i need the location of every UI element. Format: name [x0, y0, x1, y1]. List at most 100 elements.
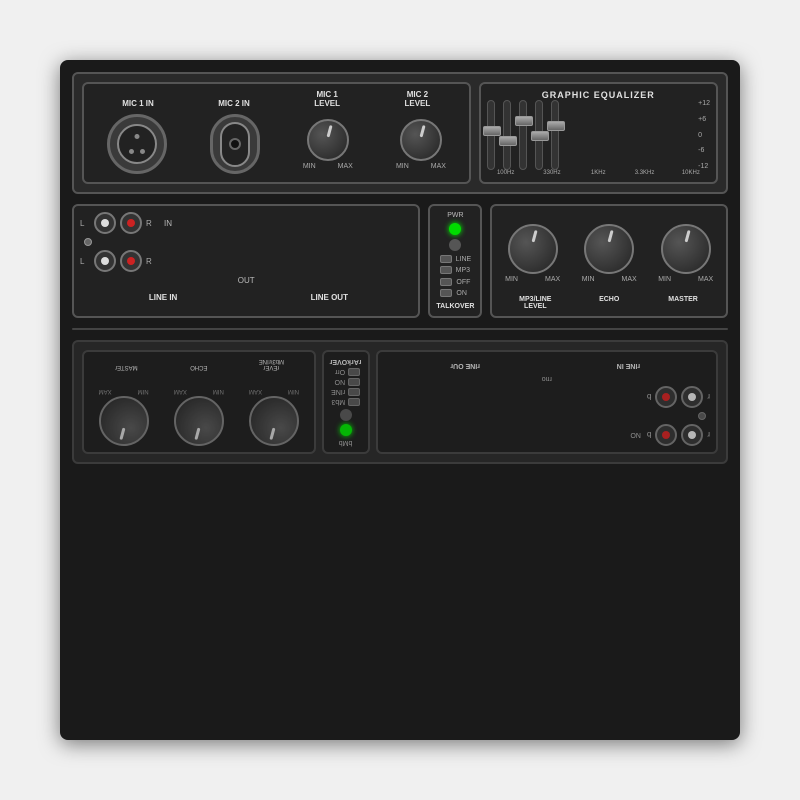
mic1-max-label: MAX [338, 163, 353, 170]
rca-in-left[interactable] [94, 212, 116, 234]
rca-out-right[interactable] [120, 250, 142, 272]
xlr-connector[interactable] [107, 114, 167, 174]
refl-screw-icon [698, 412, 706, 420]
refl-max1: XAM [249, 388, 262, 394]
talkover-label: TALKOVER [436, 303, 474, 310]
mp3-switch-icon[interactable] [440, 266, 452, 274]
mic1-level-minmax: MIN MAX [303, 163, 353, 170]
eq-slider-1khz[interactable] [519, 100, 527, 170]
eq-slider-100hz[interactable] [487, 100, 495, 170]
master-knob[interactable] [661, 224, 711, 274]
echo-knob[interactable] [584, 224, 634, 274]
mic1-level-label: MIC 1LEVEL [314, 90, 340, 108]
eq-slider-10khz[interactable] [551, 100, 559, 170]
mp3line-minmax: MIN MAX [505, 276, 560, 283]
eq-scale-12n: -12 [698, 163, 710, 170]
on-switch-icon[interactable] [440, 289, 452, 297]
mid-bottom-labels: LINE IN LINE OUT [80, 293, 412, 302]
line-switch-label: LINE [456, 256, 472, 263]
mic2-level-minmax: MIN MAX [396, 163, 446, 170]
refl-talkover-label: rArkOVEr [330, 358, 362, 365]
line-io-section: L R IN L [72, 204, 420, 318]
refl-in-row: r b NO [384, 424, 710, 446]
refl-minmax1: NIM XAM [249, 388, 299, 394]
eq-section: GRAPHIC EQUALIZER [479, 82, 719, 184]
master-label: MASTER [646, 296, 720, 310]
rca-out-left[interactable] [94, 250, 116, 272]
master-max: MAX [698, 276, 713, 283]
master-knob-block: MIN MAX [658, 224, 713, 283]
eq-thumb-1khz[interactable] [515, 116, 533, 126]
refl-sw1-label: Mb3 [331, 399, 345, 406]
refl-minmax2: NIM XAM [174, 388, 224, 394]
mic2-in-label: MIC 2 IN [218, 99, 250, 108]
refl-sw2: rINE [331, 388, 360, 396]
echo-minmax: MIN MAX [582, 276, 637, 283]
rca-center-out-l [101, 257, 109, 265]
master-min: MIN [658, 276, 671, 283]
eq-slider-330hz[interactable] [503, 100, 511, 170]
refl-rca-in-l-center [688, 431, 696, 439]
eq-thumb-3.3khz[interactable] [531, 131, 549, 141]
trs-inner [220, 122, 250, 167]
rca-center-in-r [127, 219, 135, 227]
echo-min: MIN [582, 276, 595, 283]
eq-thumb-10khz[interactable] [547, 121, 565, 131]
power-led [449, 223, 461, 235]
eq-thumb-330hz[interactable] [499, 136, 517, 146]
mic2-level-label: MIC 2LEVEL [404, 90, 430, 108]
refl-sw4: Orr [331, 368, 360, 376]
refl-bottom-labels: rINE IN rINE OUr [384, 362, 710, 369]
refl-minmax3: NIM XAM [99, 388, 149, 394]
refl-sw4-icon [348, 368, 360, 376]
out-row: L R [80, 250, 412, 272]
mic2-max-label: MAX [431, 163, 446, 170]
in-label-r: R [146, 219, 156, 228]
knob-bottom-labels: MP3/LINELEVEL ECHO MASTER [498, 294, 720, 310]
refl-rca-out-l-center [688, 393, 696, 401]
refl-rca-in [655, 424, 703, 446]
eq-scale-12p: +12 [698, 100, 710, 107]
mic1-level-knob[interactable] [307, 119, 349, 161]
rca-in-right[interactable] [120, 212, 142, 234]
echo-max: MAX [622, 276, 637, 283]
screw-mid [84, 238, 92, 246]
mp3line-min: MIN [505, 276, 518, 283]
refl-screw [384, 412, 710, 420]
xlr-pin-3 [140, 149, 145, 154]
mic2-trs-block [210, 114, 260, 174]
line-out-label: LINE OUT [246, 293, 412, 302]
in-row: L R IN [80, 212, 412, 234]
xlr-pin-2 [129, 149, 134, 154]
line-switch-icon[interactable] [440, 255, 452, 263]
refl-out-text: rno [384, 375, 710, 382]
eq-title: GRAPHIC EQUALIZER [487, 90, 711, 100]
off-switch-icon[interactable] [440, 278, 452, 286]
mic2-level-knob[interactable] [400, 119, 442, 161]
pwr-label: PWR [447, 212, 463, 219]
mp3line-label: MP3/LINELEVEL [498, 296, 572, 310]
talkover-button[interactable] [449, 239, 461, 251]
refl-rca-out-r [655, 386, 677, 408]
mp3-switch-label: MP3 [456, 267, 470, 274]
mic2-level-knob-block: MIN MAX [396, 119, 446, 170]
mic1-level-knob-block: MIN MAX [303, 119, 353, 170]
mic-section: MIC 1 IN MIC 2 IN MIC 1LEVEL MIC 2LEVEL [82, 82, 471, 184]
eq-slider-3.3khz[interactable] [535, 100, 543, 170]
xlr-pins [127, 134, 147, 154]
refl-knob3-dial [99, 396, 149, 446]
trs-hole [229, 138, 241, 150]
master-minmax: MIN MAX [658, 276, 713, 283]
eq-scale-0: 0 [698, 132, 710, 139]
out-label-l: L [80, 257, 90, 266]
refl-sw3: NO [331, 378, 360, 386]
eq-body: +12 +6 0 -6 -12 [487, 100, 711, 170]
eq-thumb-100hz[interactable] [483, 126, 501, 136]
mp3line-knob[interactable] [508, 224, 558, 274]
refl-line-out: rINE OUr [384, 362, 547, 369]
trs-connector[interactable] [210, 114, 260, 174]
rca-center-out-r [127, 257, 135, 265]
refl-master-lbl: MASTEr [90, 358, 163, 370]
knobs-row: MIN MAX MIN MAX MIN MAX [498, 212, 720, 294]
xlr-inner [117, 124, 157, 164]
